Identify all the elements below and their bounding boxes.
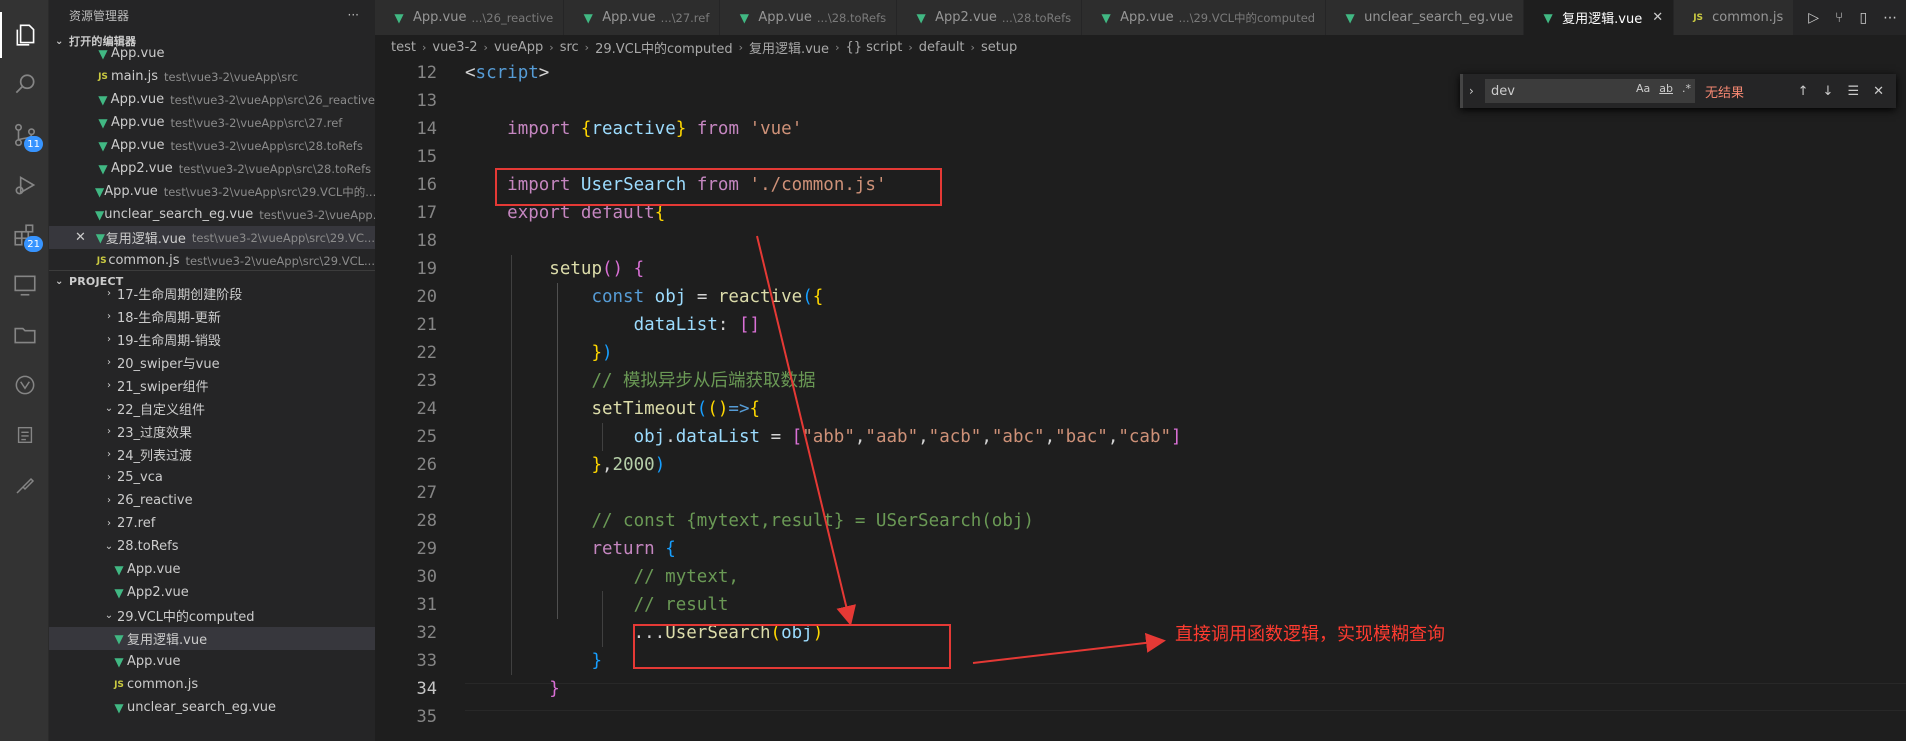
annotation-note: 直接调用函数逻辑，实现模糊查询 [1175,624,1445,645]
arrow-to-usage [756,235,856,626]
arrow-to-note [972,632,1166,664]
vscode-window: 11 21 资源管理器 ··· ⌄ 打开的编辑器 ▼ App.vue JS ma… [0,0,1906,741]
annotation-arrows [756,235,1166,664]
